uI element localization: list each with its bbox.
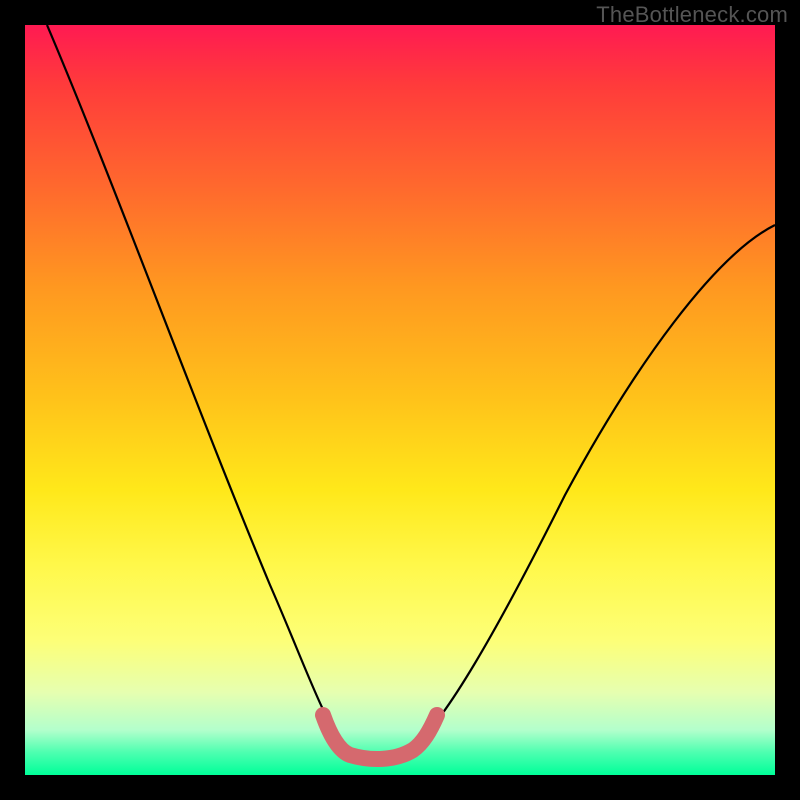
chart-plot-area	[25, 25, 775, 775]
curve-path	[47, 25, 775, 756]
bottleneck-curve	[25, 25, 775, 775]
watermark-text: TheBottleneck.com	[596, 2, 788, 28]
valley-highlight	[323, 715, 437, 759]
